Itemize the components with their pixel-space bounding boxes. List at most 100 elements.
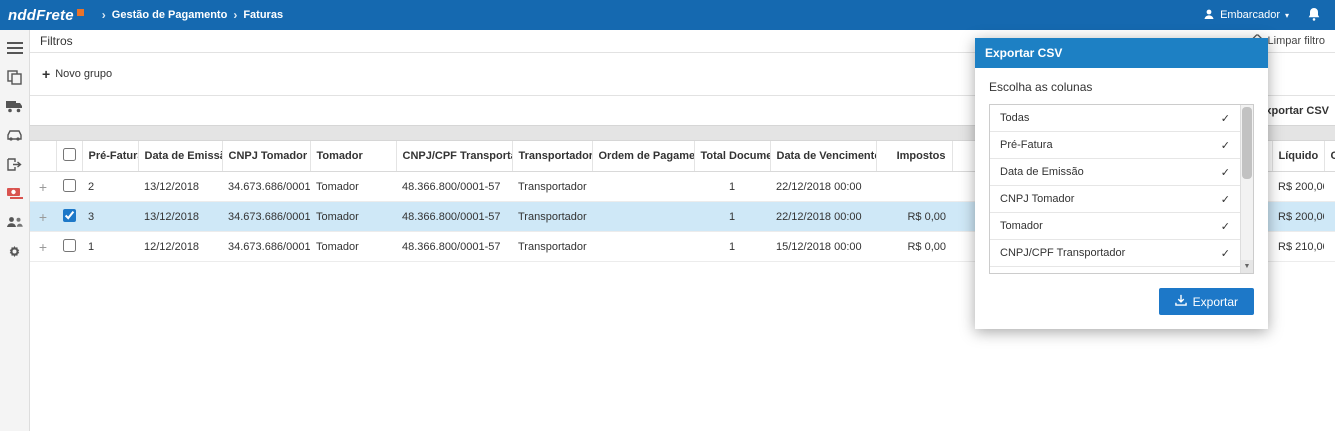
column-option-transportador[interactable]: Transportador ✓ — [990, 267, 1240, 275]
truck-icon[interactable] — [4, 96, 26, 116]
option-label: Tomador — [1000, 220, 1043, 232]
col-liquido[interactable]: Líquido — [1272, 141, 1325, 172]
new-group-label: Novo grupo — [55, 68, 113, 80]
col-cnpj-tomador[interactable]: CNPJ Tomador — [222, 141, 311, 172]
payment-icon[interactable] — [4, 183, 26, 203]
check-icon: ✓ — [1220, 247, 1230, 260]
column-option-pre-fatura[interactable]: Pré-Fatura ✓ — [990, 132, 1240, 159]
expand-row-button[interactable]: + — [30, 201, 56, 232]
app-logo: nddFrete — [8, 7, 84, 24]
cell-ordem-pagamento — [592, 231, 694, 262]
column-option-cnpj-tomador[interactable]: CNPJ Tomador ✓ — [990, 186, 1240, 213]
download-icon — [1174, 294, 1187, 309]
cell-liquido: R$ 200,00 — [1272, 171, 1324, 202]
cell-data-emissao: 12/12/2018 — [138, 231, 222, 262]
check-icon: ✓ — [1220, 193, 1230, 206]
col-transportador[interactable]: Transportador — [512, 141, 593, 172]
column-option-todas[interactable]: Todas ✓ — [990, 105, 1240, 132]
option-label: CNPJ Tomador — [1000, 193, 1075, 205]
expand-row-button[interactable]: + — [30, 231, 56, 262]
cell-pre-fatura: 2 — [82, 171, 138, 202]
breadcrumb: › Gestão de Pagamento › Faturas — [102, 8, 283, 22]
modal-export-button[interactable]: Exportar — [1158, 288, 1254, 315]
col-data-emissao[interactable]: Data de Emissão↓ — [138, 141, 223, 172]
breadcrumb-item-faturas[interactable]: Faturas — [243, 9, 283, 21]
col-cobranca[interactable]: Cobrança — [1324, 141, 1335, 172]
new-group-button[interactable]: + Novo grupo — [42, 66, 112, 82]
app-logo-text: nddFrete — [8, 6, 74, 24]
option-label: Pré-Fatura — [1000, 139, 1053, 151]
cell-cnpj-cpf-transportador: 48.366.800/0001-57 — [396, 201, 512, 232]
cell-impostos: R$ 0,00 — [876, 231, 952, 262]
clear-filter-label: Limpar filtro — [1267, 35, 1325, 47]
select-all-header — [56, 141, 83, 172]
cell-total-documentos: 1 — [694, 171, 770, 202]
check-icon: ✓ — [1220, 220, 1230, 233]
col-tomador[interactable]: Tomador — [310, 141, 397, 172]
notifications-icon[interactable] — [1301, 6, 1327, 25]
col-data-vencimento[interactable]: Data de Vencimento — [770, 141, 877, 172]
select-all-checkbox[interactable] — [62, 148, 76, 161]
check-icon: ✓ — [1220, 139, 1230, 152]
breadcrumb-item-gestao[interactable]: Gestão de Pagamento — [112, 9, 228, 21]
expand-column-header — [30, 141, 57, 172]
column-option-data-emissao[interactable]: Data de Emissão ✓ — [990, 159, 1240, 186]
check-icon: ✓ — [1221, 274, 1230, 275]
cell-data-emissao: 13/12/2018 — [138, 201, 222, 232]
cell-cnpj-cpf-transportador: 48.366.800/0001-57 — [396, 171, 512, 202]
user-menu-label: Embarcador — [1220, 9, 1280, 21]
cell-impostos: R$ 0,00 — [876, 201, 952, 232]
users-icon[interactable] — [4, 212, 26, 232]
export-csv-modal: Exportar CSV Escolha as colunas Todas ✓ … — [975, 38, 1268, 329]
cell-cobranca — [1324, 231, 1335, 262]
scrollbar-thumb[interactable] — [1242, 107, 1252, 179]
row-checkbox[interactable] — [62, 238, 76, 252]
cell-tomador: Tomador — [310, 201, 396, 232]
filters-title: Filtros — [40, 34, 73, 48]
col-total-documentos[interactable]: Total Documentos — [694, 141, 771, 172]
topbar: nddFrete › Gestão de Pagamento › Faturas… — [0, 0, 1335, 30]
user-menu[interactable]: Embarcador ▾ — [1197, 8, 1295, 23]
modal-scrollbar[interactable]: ▼ — [1240, 105, 1253, 273]
col-pre-fatura[interactable]: Pré-Fatura — [82, 141, 139, 172]
cell-liquido: R$ 200,00 — [1272, 201, 1324, 232]
column-option-cnpj-cpf-transportador[interactable]: CNPJ/CPF Transportador ✓ — [990, 240, 1240, 267]
settings-icon[interactable] — [4, 241, 26, 261]
cell-cnpj-tomador: 34.673.686/0001-01 — [222, 171, 310, 202]
option-label: Data de Emissão — [1000, 166, 1084, 178]
column-listbox: Todas ✓ Pré-Fatura ✓ Data de Emissão ✓ C… — [989, 104, 1254, 274]
col-cnpj-cpf-transportador[interactable]: CNPJ/CPF Transportador — [396, 141, 513, 172]
cell-cobranca — [1324, 171, 1335, 202]
col-data-emissao-label: Data de Emissão — [144, 150, 222, 162]
cell-tomador: Tomador — [310, 231, 396, 262]
cell-data-vencimento: 15/12/2018 00:00 — [770, 231, 876, 262]
modal-subtitle: Escolha as colunas — [989, 80, 1093, 94]
cell-impostos — [876, 171, 952, 202]
exit-icon[interactable] — [4, 154, 26, 174]
export-csv-label: Exportar CSV — [1258, 104, 1329, 117]
cell-cnpj-tomador: 34.673.686/0001-01 — [222, 201, 310, 232]
col-impostos[interactable]: Impostos — [876, 141, 953, 172]
chevron-right-icon: › — [101, 8, 106, 22]
cell-data-vencimento: 22/12/2018 00:00 — [770, 201, 876, 232]
option-label: Todas — [1000, 112, 1030, 124]
col-ordem-pagamento[interactable]: Ordem de Pagamento — [592, 141, 695, 172]
modal-title: Exportar CSV — [975, 38, 1268, 68]
option-label: CNPJ/CPF Transportador — [1000, 247, 1126, 259]
modal-export-label: Exportar — [1192, 294, 1238, 309]
cell-transportador: Transportador — [512, 231, 592, 262]
row-checkbox[interactable] — [62, 178, 76, 192]
vehicle-icon[interactable] — [4, 125, 26, 145]
column-option-tomador[interactable]: Tomador ✓ — [990, 213, 1240, 240]
documents-icon[interactable] — [4, 67, 26, 87]
menu-icon[interactable] — [4, 38, 26, 58]
chevron-down-icon: ▾ — [1284, 10, 1289, 20]
cell-ordem-pagamento — [592, 171, 694, 202]
cell-pre-fatura: 3 — [82, 201, 138, 232]
expand-row-button[interactable]: + — [30, 171, 56, 202]
check-icon: ✓ — [1220, 166, 1230, 179]
row-checkbox[interactable] — [62, 208, 76, 222]
check-icon: ✓ — [1220, 112, 1230, 125]
logo-mark — [76, 8, 84, 16]
scroll-down-icon[interactable]: ▼ — [1241, 260, 1253, 273]
